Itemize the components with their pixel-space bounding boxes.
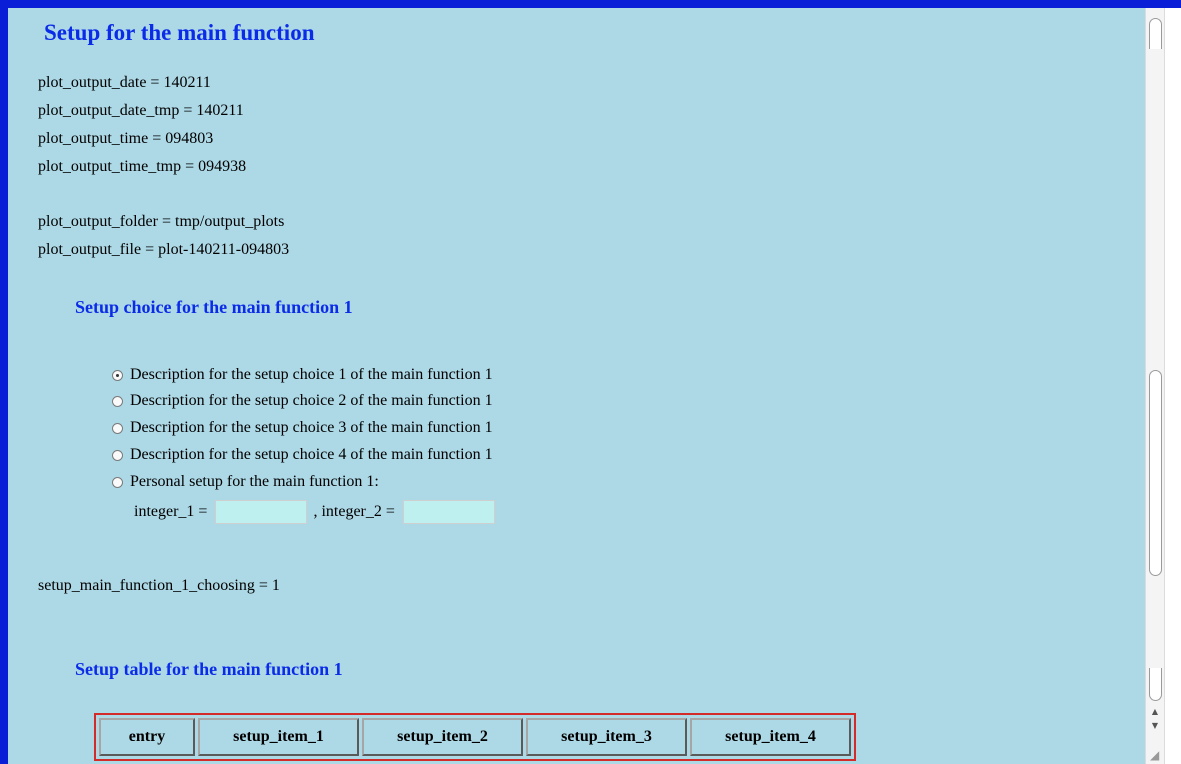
page-content: Setup for the main function plot_output_… <box>8 8 1145 764</box>
table-header-row: entry setup_item_1 setup_item_2 setup_it… <box>99 718 851 756</box>
radio-unchecked-icon[interactable] <box>112 422 123 434</box>
arrow-up-icon[interactable]: ▲ <box>1146 706 1164 718</box>
integer-2-label: , integer_2 = <box>313 503 395 520</box>
column-header-setup-item-1: setup_item_1 <box>198 718 359 756</box>
window-frame-top <box>0 0 1181 8</box>
choosing-value-line: setup_main_function_1_choosing = 1 <box>38 577 280 594</box>
column-header-setup-item-3: setup_item_3 <box>526 718 687 756</box>
variable-line: plot_output_date_tmp = 140211 <box>38 102 244 119</box>
choice-label: Description for the setup choice 4 of th… <box>130 446 493 463</box>
variable-line: plot_output_time = 094803 <box>38 130 214 147</box>
integer-1-label: integer_1 = <box>134 503 208 520</box>
arrow-down-icon[interactable]: ▼ <box>1146 720 1164 732</box>
variable-line: plot_output_folder = tmp/output_plots <box>38 213 285 230</box>
choice-section-title: Setup choice for the main function 1 <box>75 297 353 317</box>
personal-setup-inputs: integer_1 = , integer_2 = <box>134 497 501 527</box>
choice-option-1[interactable]: Description for the setup choice 1 of th… <box>112 364 493 386</box>
column-header-entry: entry <box>99 718 195 756</box>
choice-label: Description for the setup choice 1 of th… <box>130 366 493 383</box>
variable-line: plot_output_date = 140211 <box>38 74 211 91</box>
choice-label: Description for the setup choice 3 of th… <box>130 419 493 436</box>
radio-checked-icon[interactable] <box>112 369 123 381</box>
choice-label: Personal setup for the main function 1: <box>130 473 379 490</box>
choice-option-3[interactable]: Description for the setup choice 3 of th… <box>112 417 493 439</box>
radio-unchecked-icon[interactable] <box>112 476 123 488</box>
choice-option-2[interactable]: Description for the setup choice 2 of th… <box>112 390 493 412</box>
choice-option-4[interactable]: Description for the setup choice 4 of th… <box>112 444 493 466</box>
vertical-scrollbar[interactable]: ▲ ▼ ◢ <box>1145 8 1181 764</box>
integer-2-field[interactable] <box>402 500 495 524</box>
variable-line: plot_output_file = plot-140211-094803 <box>38 241 290 258</box>
setup-table: entry setup_item_1 setup_item_2 setup_it… <box>94 713 856 761</box>
integer-1-field[interactable] <box>215 500 308 524</box>
window-frame-left <box>0 0 8 764</box>
choice-label: Description for the setup choice 2 of th… <box>130 392 493 409</box>
resize-grip-icon[interactable]: ◢ <box>1150 748 1164 762</box>
column-header-setup-item-4: setup_item_4 <box>690 718 851 756</box>
radio-unchecked-icon[interactable] <box>112 449 123 461</box>
column-header-setup-item-2: setup_item_2 <box>362 718 523 756</box>
scrollbar-thumb[interactable] <box>1149 370 1162 576</box>
variable-line: plot_output_time_tmp = 094938 <box>38 158 247 175</box>
scrollbar-top-cap <box>1149 18 1162 49</box>
scrollbar-track[interactable]: ▲ ▼ ◢ <box>1145 8 1165 764</box>
page-title: Setup for the main function <box>44 20 315 45</box>
table-section-title: Setup table for the main function 1 <box>75 659 343 679</box>
choice-option-personal[interactable]: Personal setup for the main function 1: <box>112 471 379 493</box>
scrollbar-bottom-cap <box>1149 668 1162 701</box>
radio-unchecked-icon[interactable] <box>112 395 123 407</box>
